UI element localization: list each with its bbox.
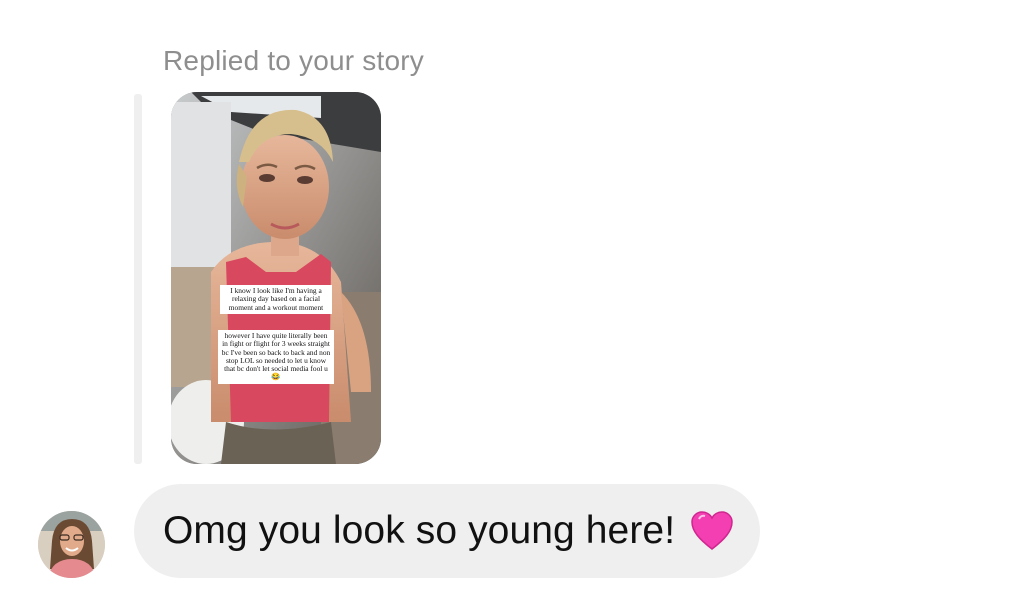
- pink-heart-icon: [689, 508, 735, 554]
- replied-to-story-label: Replied to your story: [163, 45, 424, 76]
- story-photo: [171, 92, 381, 464]
- message-bubble[interactable]: Omg you look so young here!: [134, 484, 760, 578]
- story-caption-1: I know I look like I'm having a relaxing…: [220, 285, 332, 314]
- sender-avatar[interactable]: [38, 511, 105, 578]
- dm-thread: Replied to your story I know I look like…: [0, 0, 1024, 606]
- reply-quote-bar: [134, 94, 142, 464]
- message-text: Omg you look so young here!: [163, 509, 676, 552]
- story-caption-2: however I have quite literally been in f…: [218, 330, 334, 384]
- avatar-photo: [38, 511, 105, 578]
- story-preview[interactable]: I know I look like I'm having a relaxing…: [171, 92, 381, 464]
